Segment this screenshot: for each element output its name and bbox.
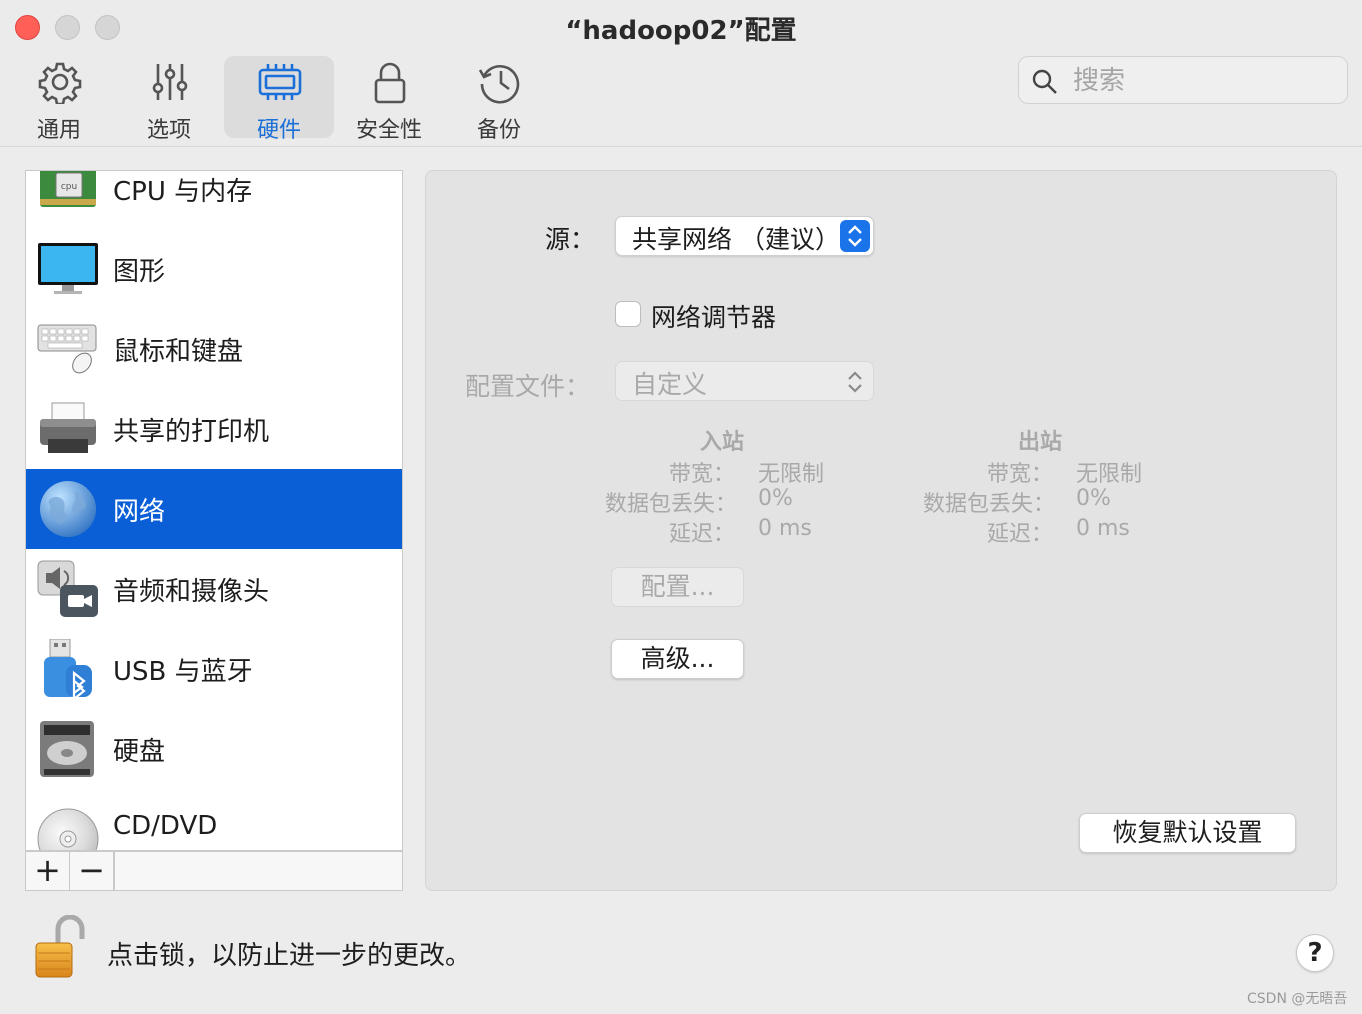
speaker-camera-icon [37,560,98,617]
sidebar-item-audio-camera[interactable]: 音频和摄像头 [26,549,402,629]
source-label: 源： [545,225,596,254]
globe-icon [40,481,96,537]
configure-button[interactable]: 配置... [611,567,744,607]
sidebar-item-graphics[interactable]: 图形 [26,229,402,309]
advanced-button[interactable]: 高级... [611,639,744,679]
sidebar-item-label: CD/DVD [113,811,218,841]
sidebar-item-label: 鼠标和键盘 [113,337,244,367]
hard-disk-icon [40,721,94,777]
inbound-bandwidth-value: 无限制 [758,462,825,487]
restore-defaults-button[interactable]: 恢复默认设置 [1079,813,1296,853]
sidebar-item-label: 硬盘 [113,737,166,767]
outbound-bandwidth-label: 带宽： [986,462,1053,487]
chip-icon [258,64,302,100]
gear-icon [38,62,82,104]
network-conditioner-label: 网络调节器 [651,303,777,332]
sidebar-item-cd-dvd[interactable]: CD/DVD [26,789,402,850]
inbound-delay-label: 延迟： [668,522,735,547]
outbound-header: 出站 [1018,430,1063,455]
sidebar-item-hard-disk[interactable]: 硬盘 [26,709,402,789]
sidebar-item-label: CPU 与内存 [113,177,253,207]
inbound-packet-loss-value: 0% [758,486,793,511]
source-select-value: 共享网络 （建议） [632,225,840,254]
sidebar-item-label: 网络 [113,497,166,527]
tab-general-label: 通用 [36,118,81,143]
tab-options[interactable]: 选项 [114,56,224,143]
sidebar-item-usb-bluetooth[interactable]: USB 与蓝牙 [26,629,402,709]
sidebar-item-printer[interactable]: 共享的打印机 [26,389,402,469]
sidebar-item-network[interactable]: 网络 [26,469,402,549]
outbound-packet-loss-label: 数据包丢失： [923,492,1056,517]
profile-label: 配置文件： [465,372,591,401]
button-bar-divider [114,852,115,890]
search-field[interactable] [1018,56,1348,104]
search-icon [1032,69,1057,94]
disc-icon [37,808,99,850]
window-toolbar: “hadoop02”配置 通用 选项 硬件 安全性 备份 搜索 [0,0,1362,147]
history-icon [478,64,520,104]
padlock-open-icon[interactable] [32,915,88,981]
inbound-header: 入站 [700,430,745,455]
lock-hint-text: 点击锁，以防止进一步的更改。 [107,941,472,971]
source-select[interactable]: 共享网络 （建议） [615,216,874,256]
sidebar-item-cpu-memory[interactable]: cpu CPU 与内存 [26,171,402,229]
monitor-icon [38,243,98,294]
chevron-updown-icon [848,371,862,393]
tab-security[interactable]: 安全性 [334,56,444,143]
watermark-text: CSDN @无晤吾 [1247,991,1348,1007]
inbound-bandwidth-label: 带宽： [668,462,735,487]
profile-select-value: 自定义 [632,370,708,399]
inbound-packet-loss-label: 数据包丢失： [605,492,738,517]
sidebar-item-mouse-keyboard[interactable]: 鼠标和键盘 [26,309,402,389]
sidebar-item-label: 音频和摄像头 [113,577,270,607]
tab-hardware[interactable]: 硬件 [224,56,334,143]
sidebar-item-label: 共享的打印机 [113,417,270,447]
tab-options-label: 选项 [146,118,191,143]
tab-security-label: 安全性 [355,118,422,143]
usb-bluetooth-icon [44,639,92,699]
help-button[interactable]: ? [1296,934,1334,972]
sidebar-item-label: 图形 [113,257,166,287]
outbound-packet-loss-value: 0% [1076,486,1111,511]
profile-select[interactable]: 自定义 [615,361,874,401]
sidebar-button-bar: + − [25,851,403,891]
remove-device-button[interactable]: − [70,852,114,890]
tab-general[interactable]: 通用 [4,56,114,143]
lock-icon [374,62,406,104]
window-title: “hadoop02”配置 [565,16,797,46]
sliders-icon [152,64,188,100]
tab-hardware-label: 硬件 [256,118,301,143]
hardware-device-list: cpu CPU 与内存 图形 鼠标和键盘 共享的打印机 网络 音频和摄像头 US… [25,170,403,851]
sidebar-item-label: USB 与蓝牙 [113,657,253,687]
chevron-updown-icon [840,220,870,252]
outbound-delay-label: 延迟： [986,522,1053,547]
search-input[interactable] [1071,65,1335,97]
outbound-bandwidth-value: 无限制 [1076,462,1143,487]
svg-text:cpu: cpu [61,182,77,192]
tab-backup-label: 备份 [476,118,521,143]
printer-icon [40,402,96,453]
inbound-delay-value: 0 ms [758,516,812,541]
network-conditioner-checkbox[interactable] [615,301,641,327]
tab-backup[interactable]: 备份 [444,56,554,143]
add-device-button[interactable]: + [26,852,70,890]
cpu-icon: cpu [40,171,96,207]
network-settings-panel [425,170,1337,891]
outbound-delay-value: 0 ms [1076,516,1130,541]
keyboard-mouse-icon [37,324,97,374]
